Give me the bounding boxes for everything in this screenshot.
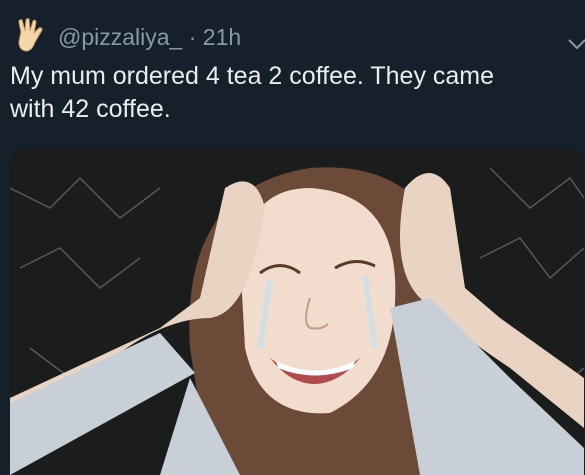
raised-hand-icon[interactable] <box>12 18 48 54</box>
tweet-text-line-1: My mum ordered 4 tea 2 coffee. They came <box>10 62 495 90</box>
tweet-header: @pizzaliya_ · 21h <box>10 14 585 54</box>
user-handle[interactable]: @pizzaliya_ <box>58 24 182 50</box>
chevron-down-icon[interactable] <box>566 36 585 52</box>
tweet-text: My mum ordered 4 tea 2 coffee. They came… <box>10 60 575 126</box>
separator-dot: · <box>188 24 197 50</box>
tweet-meta: @pizzaliya_ · 21h <box>58 24 241 51</box>
meme-illustration <box>10 148 584 475</box>
tweet-media-image[interactable] <box>10 148 584 475</box>
tweet-text-line-2: with 42 coffee. <box>10 95 171 123</box>
tweet-time[interactable]: 21h <box>203 24 241 50</box>
